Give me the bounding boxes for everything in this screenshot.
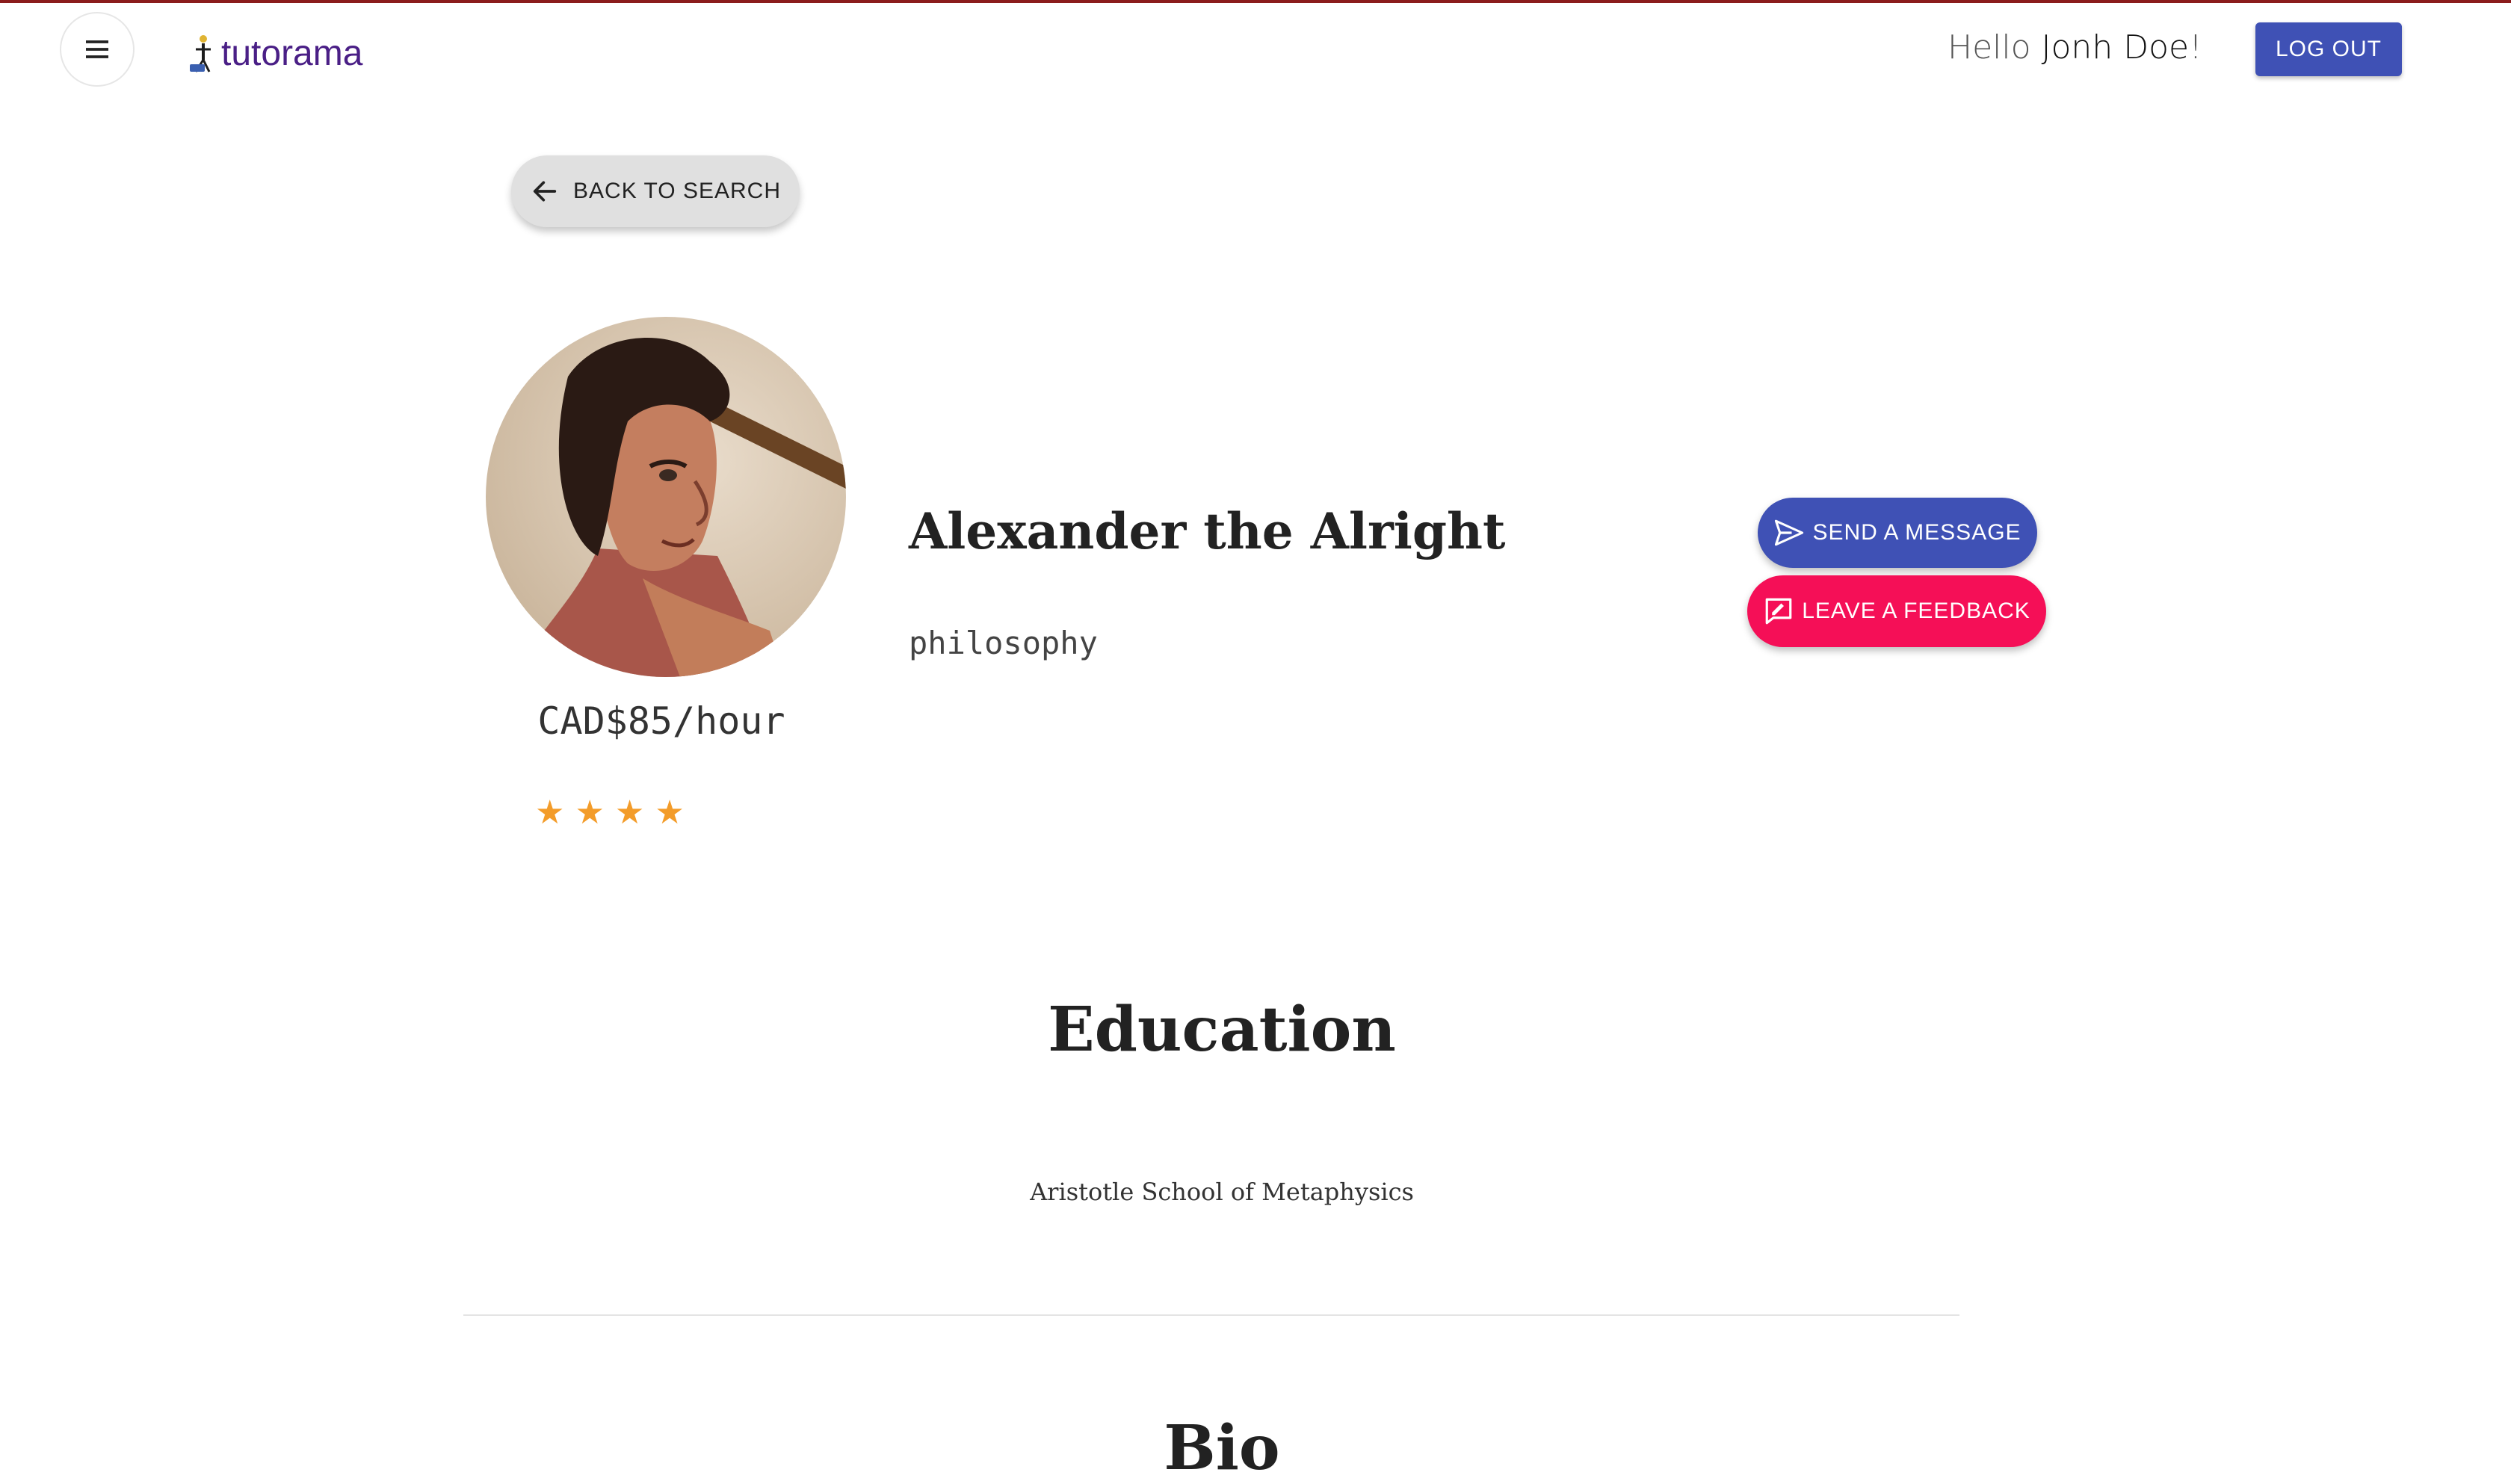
education-school: Aristotle School of Metaphysics	[1030, 1178, 1414, 1206]
feedback-icon	[1765, 598, 1792, 625]
bio-heading: Bio	[1164, 1412, 1280, 1484]
logout-button[interactable]: LOG OUT	[2255, 22, 2402, 76]
brand-logo[interactable]: tutorama	[187, 22, 362, 75]
education-heading: Education	[1048, 994, 1396, 1066]
tutor-subject: philosophy	[909, 625, 1098, 661]
menu-icon	[86, 40, 108, 58]
send-message-label: SEND A MESSAGE	[1812, 520, 2022, 545]
tutor-avatar	[486, 317, 846, 677]
greeting-prefix: Hello	[1948, 28, 2031, 67]
back-to-search-label: BACK TO SEARCH	[573, 179, 781, 203]
user-name: Jonh Doe	[2041, 28, 2190, 67]
hourly-rate: CAD$85/hour	[537, 699, 785, 743]
logo-figure-icon	[190, 35, 211, 72]
back-to-search-button[interactable]: BACK TO SEARCH	[511, 155, 800, 227]
send-icon	[1775, 519, 1804, 546]
star-icon: ★	[535, 794, 565, 831]
leave-feedback-label: LEAVE A FEEDBACK	[1802, 599, 2030, 623]
menu-button[interactable]	[60, 12, 135, 87]
arrow-left-icon	[533, 181, 557, 202]
star-icon: ★	[575, 794, 605, 831]
star-icon: ★	[614, 794, 645, 831]
greeting-suffix: !	[2189, 28, 2202, 67]
rating-stars: ★ ★ ★ ★	[535, 797, 685, 829]
tutor-name: Alexander the Alright	[909, 502, 1506, 560]
logo-text: tutorama	[221, 34, 363, 73]
top-accent-rule	[0, 0, 2511, 3]
leave-feedback-button[interactable]: LEAVE A FEEDBACK	[1747, 575, 2046, 647]
user-greeting: Hello Jonh Doe!	[1948, 28, 2202, 67]
send-message-button[interactable]: SEND A MESSAGE	[1758, 498, 2037, 568]
star-icon: ★	[655, 794, 685, 831]
section-divider	[463, 1314, 1959, 1316]
